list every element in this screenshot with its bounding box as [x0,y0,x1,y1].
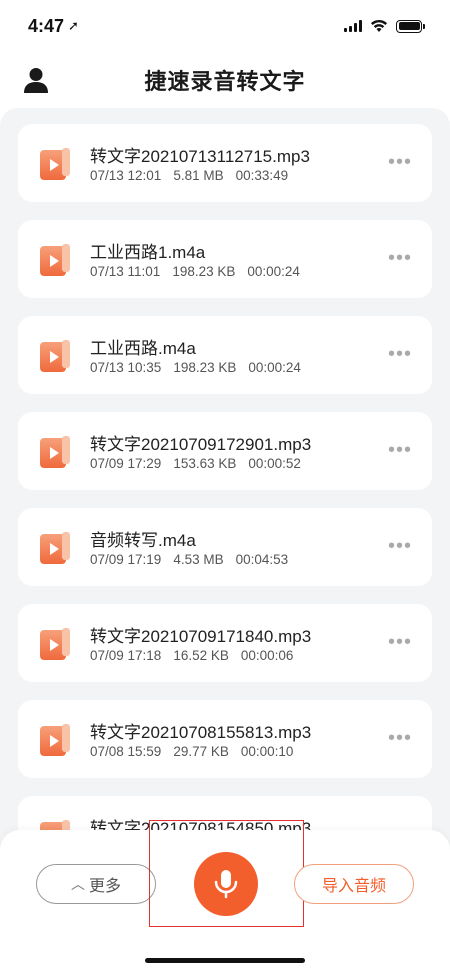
file-size: 4.53 MB [173,552,224,567]
file-date: 07/09 17:18 [90,648,162,663]
battery-icon [396,19,425,33]
file-name: 工业西路1.m4a [90,243,206,262]
more-dots-icon[interactable]: ••• [388,728,412,748]
file-name: 转文字20210708155813.mp3 [90,723,312,742]
app-header: 捷速录音转文字 [0,52,450,108]
chevron-up-icon: ︿ [70,876,85,892]
file-size: 5.81 MB [173,168,224,183]
audio-file-icon [40,628,70,660]
file-duration: 00:00:10 [240,744,294,759]
file-card[interactable]: 工业西路1.m4a 07/13 11:01 198.23 KB 00:00:24 ••• [18,220,432,298]
more-button-label: 更多 [88,878,121,895]
file-date: 07/13 10:35 [90,360,162,375]
file-meta: 07/09 17:19 4.53 MB 00:04:53 [90,552,300,567]
file-meta: 07/09 17:18 16.52 KB 00:00:06 [90,648,305,663]
home-indicator[interactable] [145,958,305,963]
avatar-icon[interactable] [22,66,50,94]
file-size: 16.52 KB [173,648,229,663]
file-meta: 07/13 10:35 198.23 KB 00:00:24 [90,360,313,375]
audio-file-icon [40,244,70,276]
more-dots-icon[interactable]: ••• [388,152,412,172]
file-meta: 07/08 15:59 29.77 KB 00:00:10 [90,744,305,759]
file-date: 07/13 11:01 [90,264,161,279]
import-audio-button[interactable]: 导入音频 [294,864,414,904]
audio-file-icon [40,340,70,372]
file-name: 音频转写.m4a [90,531,196,550]
file-meta: 07/13 12:01 5.81 MB 00:33:49 [90,168,300,183]
more-dots-icon[interactable]: ••• [388,536,412,556]
import-audio-label: 导入音频 [321,878,386,895]
wifi-icon [371,19,387,32]
file-size: 29.77 KB [173,744,229,759]
status-bar: 4:47 ➚ [0,0,450,52]
signal-icon [344,20,362,32]
file-card[interactable]: 工业西路.m4a 07/13 10:35 198.23 KB 00:00:24 ••• [18,316,432,394]
more-dots-icon[interactable]: ••• [388,440,412,460]
audio-file-icon [40,724,70,756]
file-name: 转文字20210713112715.mp3 [90,147,310,166]
file-name: 工业西路.m4a [90,339,196,358]
file-card[interactable]: 转文字20210709172901.mp3 07/09 17:29 153.63 K… [18,412,432,490]
file-date: 07/13 12:01 [90,168,162,183]
file-name: 转文字20210709172901.mp3 [90,435,312,454]
file-size: 153.63 KB [173,456,237,471]
file-date: 07/08 15:59 [90,744,162,759]
status-icons [344,19,425,33]
file-card[interactable]: 转文字20210713112715.mp3 07/13 12:01 5.81 MB 0… [18,124,432,202]
file-meta: 07/09 17:29 153.63 KB 00:00:52 [90,456,313,471]
file-duration: 00:00:24 [248,360,301,375]
file-duration: 00:00:24 [247,264,300,279]
audio-file-icon [40,436,70,468]
file-date: 07/09 17:19 [90,552,162,567]
file-date: 07/09 17:29 [90,456,162,471]
record-button[interactable] [194,852,258,916]
more-dots-icon[interactable]: ••• [388,248,412,268]
file-card[interactable]: 转文字20210708155813.mp3 07/08 15:59 29.77 KB… [18,700,432,778]
file-card[interactable]: 转文字20210709171840.mp3 07/09 17:18 16.52 KB… [18,604,432,682]
location-arrow-icon: ➚ [68,18,79,33]
file-duration: 00:33:49 [235,168,289,183]
page-title: 捷速录音转文字 [144,69,306,94]
file-card[interactable]: 音频转写.m4a 07/09 17:19 4.53 MB 00:04:53 ••• [18,508,432,586]
file-size: 198.23 KB [173,360,237,375]
microphone-icon [214,870,238,899]
file-duration: 00:04:53 [235,552,289,567]
file-size: 198.23 KB [172,264,236,279]
file-duration: 00:00:52 [248,456,301,471]
file-list: 转文字20210713112715.mp3 07/13 12:01 5.81 MB 0… [18,124,432,892]
more-dots-icon[interactable]: ••• [388,344,412,364]
file-duration: 00:00:06 [240,648,294,663]
file-name: 转文字20210709171840.mp3 [90,627,312,646]
audio-file-icon [40,532,70,564]
time-text: 4:47 [28,15,65,36]
bottom-toolbar: ︿ 更多 导入音频 [0,820,450,974]
more-dots-icon[interactable]: ••• [388,632,412,652]
audio-file-icon [40,148,70,180]
file-meta: 07/13 11:01 198.23 KB 00:00:24 [90,264,312,279]
more-button[interactable]: ︿ 更多 [36,864,156,904]
status-time: 4:47 ➚ [28,16,79,37]
